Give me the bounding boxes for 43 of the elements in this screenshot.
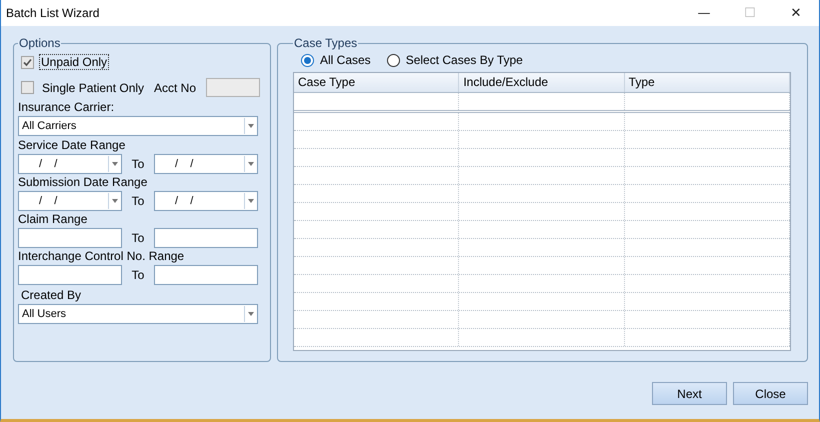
- field-label: To: [130, 157, 146, 171]
- checkbox[interactable]: [21, 56, 34, 68]
- field-label: Acct No: [154, 80, 196, 94]
- caret-icon: [112, 199, 118, 203]
- carrier-dropdown[interactable]: All Carriers: [18, 116, 258, 136]
- field-label: Service Date Range: [18, 138, 126, 152]
- field-label: Claim Range: [18, 212, 88, 226]
- field-label: To: [130, 194, 146, 208]
- column-header[interactable]: Type: [624, 73, 790, 92]
- radio-button[interactable]: [301, 54, 314, 66]
- caret-icon: [112, 162, 118, 166]
- field-label: Insurance Carrier:: [18, 100, 116, 114]
- column-header[interactable]: Case Type: [294, 73, 460, 92]
- field-label: Created By: [21, 288, 82, 302]
- checkbox-label: Single Patient Only: [42, 80, 144, 94]
- field-label: Submission Date Range: [18, 175, 148, 189]
- field-label: To: [130, 268, 146, 282]
- radio-button[interactable]: [386, 54, 400, 66]
- caret-icon: [248, 312, 254, 316]
- date-field[interactable]: / /: [154, 154, 258, 174]
- group-title: Options: [18, 36, 62, 50]
- field-label: To: [130, 231, 146, 245]
- user-dropdown[interactable]: All Users: [18, 304, 258, 324]
- caret-icon: [248, 162, 254, 166]
- input-field[interactable]: [18, 265, 122, 285]
- group-title: Case Types: [293, 36, 358, 50]
- radio-label: Select Cases By Type: [406, 53, 523, 67]
- date-field[interactable]: / /: [18, 191, 122, 211]
- date-field[interactable]: / /: [18, 154, 122, 174]
- caret-icon: [248, 199, 254, 203]
- input-field[interactable]: [154, 228, 258, 248]
- date-field[interactable]: / /: [154, 191, 258, 211]
- field-label: Interchange Control No. Range: [18, 249, 186, 263]
- window-title: Batch List Wizard: [6, 6, 100, 20]
- input-field[interactable]: [154, 265, 258, 285]
- checkbox-label: Unpaid Only: [39, 54, 110, 70]
- input-field[interactable]: [18, 228, 122, 248]
- close-button[interactable]: Close: [733, 382, 808, 405]
- radio-label: All Cases: [320, 53, 371, 67]
- checkbox[interactable]: [21, 81, 34, 94]
- caret-icon: [248, 124, 254, 128]
- column-header[interactable]: Include/Exclude: [459, 73, 625, 92]
- next-button[interactable]: Next: [652, 382, 727, 405]
